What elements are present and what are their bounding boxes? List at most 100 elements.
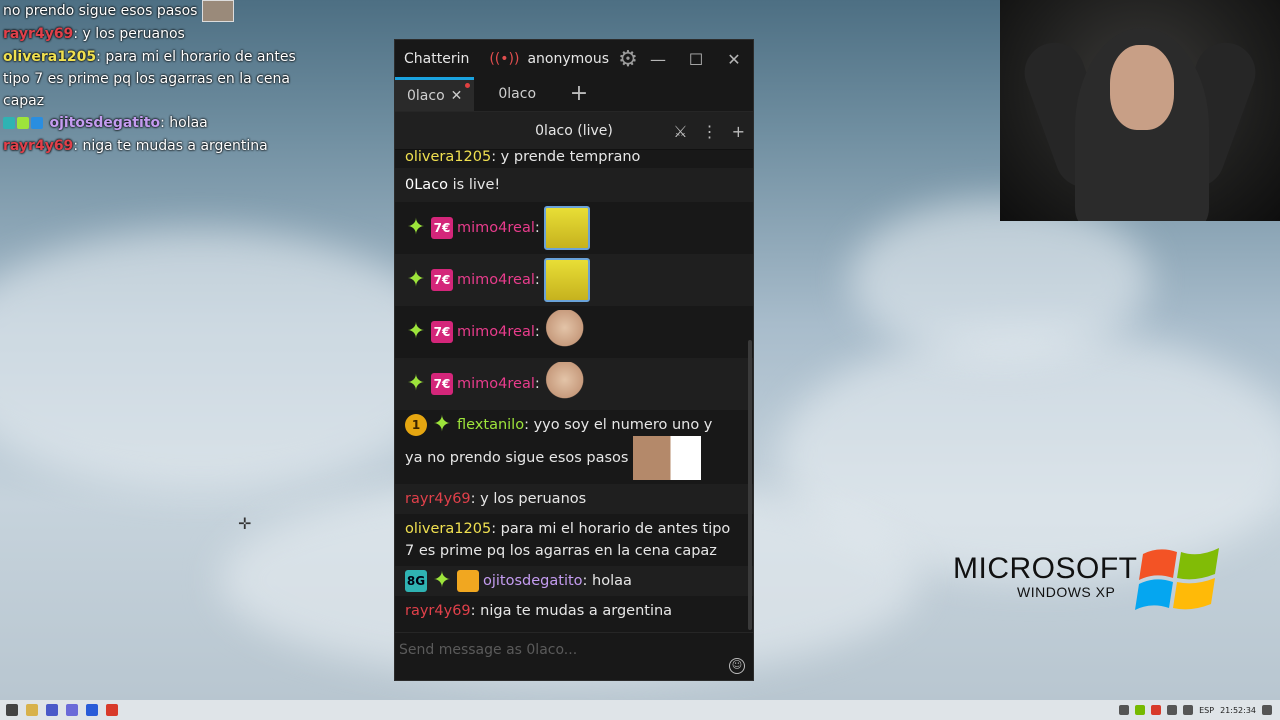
username[interactable]: mimo4real [457, 220, 535, 236]
username[interactable]: mimo4real [457, 324, 535, 340]
chat-message: ✦ 7€ mimo4real: [395, 202, 753, 254]
close-button[interactable]: ✕ [715, 50, 753, 69]
badge-icon [3, 117, 15, 129]
message-input[interactable] [399, 637, 719, 663]
tray-icon[interactable] [1151, 705, 1162, 715]
start-icon[interactable] [6, 704, 18, 716]
spongebob-emote[interactable] [544, 258, 591, 302]
prime-badge-icon: ✦ [406, 215, 426, 240]
chatterino-window[interactable]: Chatterin ((•)) anonymous ⚙ — ☐ ✕ 0laco … [394, 39, 754, 681]
overlay-username: ojitosdegatito [49, 115, 161, 131]
username[interactable]: rayr4y69 [405, 603, 471, 619]
overlay-chat-line: rayr4y69: niga te mudas a argentina [3, 138, 268, 154]
overlay-username: olivera1205 [3, 49, 97, 65]
spongebob-emote[interactable] [544, 206, 591, 250]
overlay-chat-line: no prendo sigue esos pasos [3, 0, 303, 23]
live-dot-icon [465, 83, 471, 88]
tab-0laco-active[interactable]: 0laco ✕ [395, 77, 475, 111]
message-input-area: ☺ [395, 632, 753, 680]
close-tab-icon[interactable]: ✕ [451, 88, 463, 104]
chat-message: ✦ 7€ mimo4real: [395, 254, 753, 306]
mouse-cursor-icon: ✛ [238, 514, 252, 533]
language-indicator[interactable]: ESP [1199, 706, 1214, 715]
channel-title: 0laco (live) [535, 122, 613, 139]
cloud [0, 230, 460, 490]
prime-badge-icon: ✦ [406, 319, 426, 344]
overlay-chat-line: olivera1205: para mi el horario de antes… [3, 49, 296, 109]
username[interactable]: olivera1205 [405, 150, 491, 165]
system-username[interactable]: 0Laco [405, 177, 448, 193]
subscriber-badge-icon: 7€ [431, 373, 453, 395]
taskbar: ESP 21:52:34 [0, 700, 1280, 720]
overlay-username: rayr4y69 [3, 26, 74, 42]
bro-emote [201, 0, 234, 22]
window-titlebar[interactable]: Chatterin ((•)) anonymous ⚙ — ☐ ✕ [395, 40, 753, 78]
tray-icon[interactable] [1119, 705, 1130, 715]
chat-message: ✦ 7€ mimo4real: [395, 358, 753, 410]
scrollbar[interactable] [748, 340, 752, 630]
chat-message: rayr4y69: y los peruanos [395, 484, 753, 514]
clock[interactable]: 21:52:34 [1220, 706, 1256, 715]
folder-icon[interactable] [26, 704, 38, 716]
account-switcher[interactable]: anonymous [527, 51, 609, 67]
moderation-sword-icon[interactable]: ⚔ [673, 122, 687, 141]
add-split-button[interactable]: + [732, 122, 745, 141]
live-status-icon: ((•)) [489, 51, 520, 67]
username[interactable]: rayr4y69 [405, 491, 471, 507]
chatterino-icon[interactable] [66, 704, 78, 716]
system-tray: ESP 21:52:34 [1119, 705, 1280, 715]
hamster-emote[interactable] [544, 310, 591, 354]
tab-0laco[interactable]: 0laco [474, 77, 560, 111]
chrome-icon[interactable] [86, 704, 98, 716]
stream-chat-overlay: no prendo sigue esos pasos rayr4y69: y l… [3, 0, 303, 158]
windows-xp-logo: MICROSOFT WINDOWS XP [953, 552, 1138, 600]
volume-icon[interactable] [1183, 705, 1194, 715]
badge-icon: 8G [405, 570, 427, 592]
minimize-button[interactable]: — [639, 50, 677, 69]
nvidia-icon[interactable] [1135, 705, 1146, 715]
chat-message: ✦ 7€ mimo4real: [395, 306, 753, 358]
split-header[interactable]: 0laco (live) ⚔ ⋮ + [395, 112, 753, 150]
chat-message: 1 ✦ flextanilo: yyo soy el numero uno y ya… [395, 410, 753, 484]
hamster-emote[interactable] [544, 362, 591, 406]
network-icon[interactable] [1167, 705, 1178, 715]
webcam-feed [1000, 0, 1280, 221]
app-title: Chatterin [404, 51, 470, 67]
brave-icon[interactable] [106, 704, 118, 716]
chat-message: rayr4y69: niga te mudas a argentina [405, 603, 673, 619]
chat-message: 8G ✦ ojitosdegatito: holaa [395, 566, 753, 596]
maximize-button[interactable]: ☐ [677, 50, 715, 69]
username[interactable]: olivera1205 [405, 521, 491, 537]
gear-icon[interactable]: ⚙ [617, 46, 639, 72]
username[interactable]: mimo4real [457, 376, 535, 392]
cube-badge-icon [457, 570, 479, 592]
prime-badge-icon: ✦ [432, 568, 452, 593]
overlay-chat-line: ojitosdegatito: holaa [3, 112, 303, 135]
subscriber-badge-icon: 7€ [431, 321, 453, 343]
split-menu-button[interactable]: ⋮ [702, 122, 718, 141]
prime-badge-icon [17, 117, 29, 129]
subscriber-badge-icon: 7€ [431, 217, 453, 239]
chat-message: olivera1205: para mi el horario de antes… [405, 521, 731, 559]
username[interactable]: ojitosdegatito [483, 573, 583, 589]
chat-message: olivera1205: y prende temprano [405, 150, 641, 165]
prime-badge-icon: ✦ [406, 267, 426, 292]
tab-bar: 0laco ✕ 0laco + [395, 77, 753, 112]
emoji-picker-icon[interactable]: ☺ [729, 658, 745, 674]
bro-emote[interactable] [633, 436, 702, 480]
overlay-username: rayr4y69 [3, 138, 74, 154]
add-tab-button[interactable]: + [560, 77, 598, 111]
prime-badge-icon: ✦ [432, 412, 452, 437]
windows-flag-icon [1135, 548, 1219, 610]
username[interactable]: mimo4real [457, 272, 535, 288]
username[interactable]: flextanilo [457, 417, 524, 433]
overlay-chat-line: rayr4y69: y los peruanos [3, 26, 185, 42]
subscriber-badge-icon: 7€ [431, 269, 453, 291]
chat-message-system: 0Laco is live! [395, 168, 753, 202]
cube-badge-icon [31, 117, 43, 129]
bits-badge-icon: 1 [405, 414, 427, 436]
discord-icon[interactable] [46, 704, 58, 716]
message-list[interactable]: olivera1205: y prende temprano 0Laco is … [395, 150, 753, 632]
notification-icon[interactable] [1262, 705, 1272, 715]
streamer-face [1110, 45, 1174, 130]
